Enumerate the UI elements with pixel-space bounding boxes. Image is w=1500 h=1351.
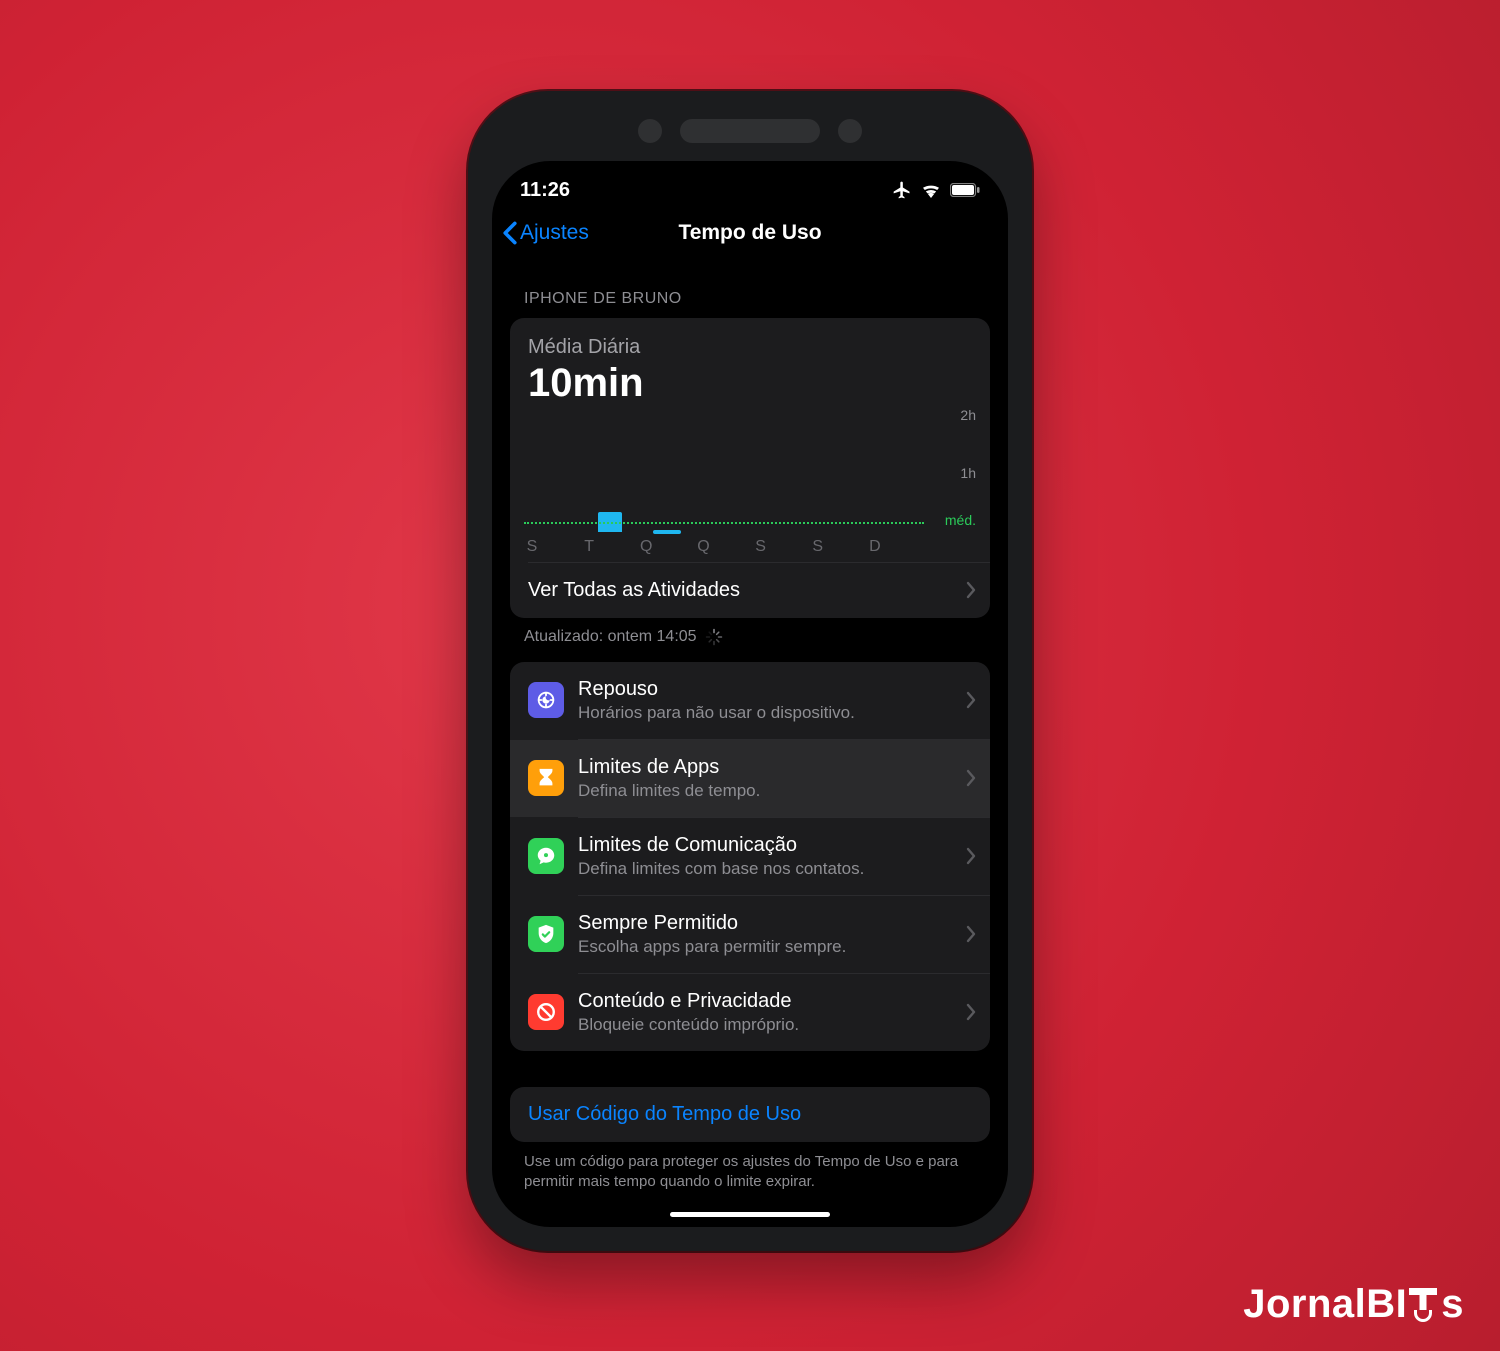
- chart-xtick: Q: [640, 538, 652, 556]
- hourglass-icon: [528, 760, 564, 796]
- options-list: RepousoHorários para não usar o disposit…: [510, 662, 990, 1051]
- option-title: Conteúdo e Privacidade: [578, 990, 952, 1013]
- nav-bar: Ajustes Tempo de Uso: [492, 208, 1008, 258]
- option-title: Repouso: [578, 678, 952, 701]
- option-title: Sempre Permitido: [578, 912, 952, 935]
- option-row[interactable]: Conteúdo e PrivacidadeBloqueie conteúdo …: [510, 974, 990, 1051]
- chevron-right-icon: [966, 581, 976, 599]
- section-header: IPHONE DE BRUNO: [524, 290, 990, 308]
- summary-label: Média Diária: [528, 336, 972, 359]
- moon-icon: [528, 682, 564, 718]
- status-time: 11:26: [520, 179, 570, 202]
- summary-card: Média Diária 10min 2h 1h S T Q Q S S Dméd. Ver T…: [510, 318, 990, 618]
- chevron-left-icon: [502, 221, 518, 245]
- option-row[interactable]: Sempre PermitidoEscolha apps para permit…: [510, 896, 990, 973]
- chevron-right-icon: [966, 691, 976, 709]
- chevron-right-icon: [966, 1003, 976, 1021]
- passcode-footer-note: Use um código para proteger os ajustes d…: [524, 1152, 976, 1193]
- back-button[interactable]: Ajustes: [502, 221, 589, 245]
- chart-xtick: S: [812, 538, 823, 556]
- spinner-icon: [705, 628, 723, 646]
- chart-xtick: S: [755, 538, 766, 556]
- battery-icon: [950, 183, 980, 197]
- home-indicator[interactable]: [670, 1212, 830, 1217]
- phone-frame: 11:26 Ajustes Tempo de Uso IPHONE DE BRU…: [468, 91, 1032, 1251]
- chart-bar: [653, 530, 681, 534]
- updated-caption: Atualizado: ontem 14:05: [524, 628, 990, 646]
- option-row[interactable]: RepousoHorários para não usar o disposit…: [510, 662, 990, 739]
- chart-ytick: 1h: [960, 465, 976, 481]
- chart-xtick: Q: [697, 538, 709, 556]
- status-bar: 11:26: [492, 161, 1008, 208]
- option-title: Limites de Apps: [578, 756, 952, 779]
- option-row[interactable]: Limites de AppsDefina limites de tempo.: [510, 740, 990, 817]
- summary-value: 10min: [528, 361, 972, 406]
- chart-average-label: méd.: [945, 512, 976, 528]
- screen: 11:26 Ajustes Tempo de Uso IPHONE DE BRU…: [492, 161, 1008, 1227]
- chevron-right-icon: [966, 847, 976, 865]
- option-title: Limites de Comunicação: [578, 834, 952, 857]
- airplane-icon: [892, 180, 912, 200]
- chart-xtick: D: [869, 538, 881, 556]
- option-sub: Horários para não usar o dispositivo.: [578, 703, 952, 723]
- option-sub: Bloqueie conteúdo impróprio.: [578, 1015, 952, 1035]
- page-title: Tempo de Uso: [678, 221, 821, 245]
- bubble-icon: [528, 838, 564, 874]
- daily-average-chart: 2h1hSTQQSSDméd.: [524, 416, 976, 556]
- chart-xtick: T: [584, 538, 594, 556]
- option-row[interactable]: Limites de ComunicaçãoDefina limites com…: [510, 818, 990, 895]
- passcode-card: Usar Código do Tempo de Uso: [510, 1087, 990, 1142]
- option-sub: Defina limites de tempo.: [578, 781, 952, 801]
- chart-ytick: 2h: [960, 407, 976, 423]
- chevron-right-icon: [966, 769, 976, 787]
- use-passcode-row[interactable]: Usar Código do Tempo de Uso: [510, 1087, 990, 1142]
- status-icons: [892, 180, 980, 200]
- back-label: Ajustes: [520, 221, 589, 245]
- phone-speaker: [638, 119, 862, 143]
- brand-logo: JornalBIs: [1243, 1282, 1464, 1327]
- see-all-activities-row[interactable]: Ver Todas as Atividades: [510, 563, 990, 618]
- use-passcode-label: Usar Código do Tempo de Uso: [528, 1103, 976, 1126]
- wifi-icon: [920, 182, 942, 198]
- chevron-right-icon: [966, 925, 976, 943]
- see-all-label: Ver Todas as Atividades: [528, 579, 952, 602]
- nosign-icon: [528, 994, 564, 1030]
- check-icon: [528, 916, 564, 952]
- option-sub: Escolha apps para permitir sempre.: [578, 937, 952, 957]
- chart-average-line: [524, 522, 924, 524]
- chart-xtick: S: [527, 538, 538, 556]
- option-sub: Defina limites com base nos contatos.: [578, 859, 952, 879]
